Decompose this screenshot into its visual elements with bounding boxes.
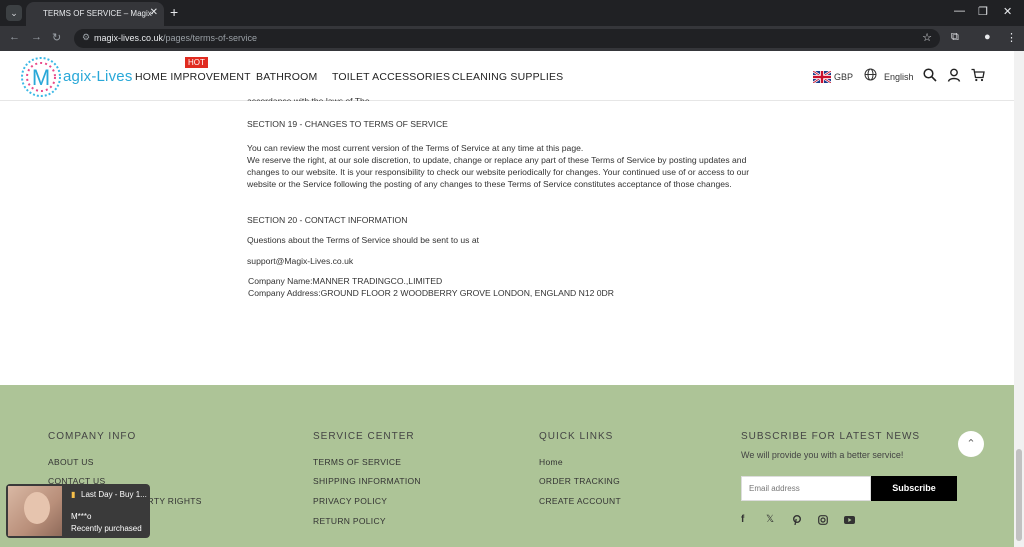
footer-link-terms[interactable]: TERMS OF SERVICE bbox=[313, 457, 401, 467]
section-20-body: Questions about the Terms of Service sho… bbox=[247, 235, 480, 245]
x-twitter-icon[interactable]: 𝕏 bbox=[766, 514, 774, 525]
back-to-top-button[interactable]: ⌃ bbox=[958, 431, 984, 457]
window-close-icon[interactable]: ✕ bbox=[1003, 5, 1012, 18]
partial-text: accordance with the laws of The bbox=[247, 96, 370, 101]
nav-toilet-accessories[interactable]: TOILET ACCESSORIES bbox=[332, 71, 450, 83]
account-icon[interactable] bbox=[947, 68, 961, 82]
svg-text:M: M bbox=[32, 65, 50, 90]
fire-icon: ▮ bbox=[71, 490, 76, 499]
page-scrollbar[interactable] bbox=[1014, 51, 1024, 547]
tab-search-icon[interactable]: ⌄ bbox=[6, 5, 22, 21]
footer-link-privacy[interactable]: PRIVACY POLICY bbox=[313, 496, 387, 506]
footer-link-about-us[interactable]: ABOUT US bbox=[48, 457, 94, 467]
browser-tab-bar: ⌄ TERMS OF SERVICE – Magix-Li ✕ + — ❐ ✕ bbox=[0, 0, 1024, 26]
popup-title: Last Day - Buy 1... bbox=[81, 490, 147, 499]
subscribe-button[interactable]: Subscribe bbox=[871, 476, 957, 501]
popup-status: Recently purchased bbox=[71, 524, 142, 533]
product-thumbnail bbox=[8, 486, 62, 536]
section-20-title: SECTION 20 - CONTACT INFORMATION bbox=[247, 215, 408, 225]
service-center-title: SERVICE CENTER bbox=[313, 431, 415, 442]
reload-icon[interactable]: ↻ bbox=[52, 31, 61, 44]
nav-cleaning-supplies[interactable]: CLEANING SUPPLIES bbox=[452, 71, 563, 83]
extension-icon[interactable]: ⧉ bbox=[951, 31, 959, 44]
hot-badge: HOT bbox=[185, 57, 208, 68]
youtube-icon[interactable] bbox=[844, 516, 855, 524]
company-info-title: COMPANY INFO bbox=[48, 431, 137, 442]
facebook-icon[interactable]: f bbox=[741, 514, 744, 525]
subscribe-note: We will provide you with a better servic… bbox=[741, 450, 904, 460]
address-bar[interactable]: ⚙ magix-lives.co.uk/pages/terms-of-servi… bbox=[74, 29, 940, 48]
nav-home-improvement[interactable]: HOME IMPROVEMENT bbox=[135, 71, 251, 83]
new-tab-icon[interactable]: + bbox=[170, 4, 178, 20]
search-icon[interactable] bbox=[923, 68, 937, 82]
footer-link-create-account[interactable]: CREATE ACCOUNT bbox=[539, 496, 621, 506]
popup-buyer: M***o bbox=[71, 512, 92, 521]
support-email[interactable]: support@Magix-Lives.co.uk bbox=[247, 255, 762, 267]
browser-menu-icon[interactable]: ⋮ bbox=[1006, 31, 1017, 44]
company-address: Company Address:GROUND FLOOR 2 WOODBERRY… bbox=[248, 288, 614, 298]
globe-icon[interactable] bbox=[864, 68, 877, 81]
language-selector[interactable]: English bbox=[884, 72, 914, 82]
recent-purchase-popup[interactable]: ▮ Last Day - Buy 1... M***o Recently pur… bbox=[6, 484, 150, 538]
cart-icon[interactable] bbox=[971, 68, 985, 82]
browser-toolbar: ← → ↻ ⚙ magix-lives.co.uk/pages/terms-of… bbox=[0, 26, 1024, 51]
footer-link-shipping[interactable]: SHIPPING INFORMATION bbox=[313, 476, 421, 486]
footer-link-return[interactable]: RETURN POLICY bbox=[313, 516, 386, 526]
site-info-icon[interactable]: ⚙ bbox=[82, 32, 90, 43]
minimize-icon[interactable]: — bbox=[954, 5, 965, 17]
section-19-title: SECTION 19 - CHANGES TO TERMS OF SERVICE bbox=[247, 119, 448, 129]
email-input[interactable]: Email address bbox=[741, 476, 871, 501]
site-header: M agix-Lives HOT HOME IMPROVEMENT BATHRO… bbox=[0, 51, 1014, 101]
bookmark-star-icon[interactable]: ☆ bbox=[922, 31, 932, 44]
forward-icon[interactable]: → bbox=[31, 31, 42, 43]
nav-bathroom[interactable]: BATHROOM bbox=[256, 71, 318, 83]
logo-icon[interactable]: M bbox=[20, 56, 62, 98]
footer-link-order-tracking[interactable]: ORDER TRACKING bbox=[539, 476, 620, 486]
section-19-body: We reserve the right, at our sole discre… bbox=[247, 155, 750, 189]
site-footer: COMPANY INFO ABOUT US CONTACT US INTELLE… bbox=[0, 385, 1014, 547]
scrollbar-thumb[interactable] bbox=[1016, 449, 1022, 541]
footer-link-home[interactable]: Home bbox=[539, 457, 563, 467]
back-icon[interactable]: ← bbox=[9, 31, 20, 43]
restore-icon[interactable]: ❐ bbox=[978, 5, 988, 18]
brand-name[interactable]: agix-Lives bbox=[63, 68, 133, 85]
currency-selector[interactable]: GBP bbox=[834, 72, 853, 82]
section-19-intro: You can review the most current version … bbox=[247, 143, 584, 153]
pinterest-icon[interactable] bbox=[792, 515, 802, 525]
subscribe-title: SUBSCRIBE FOR LATEST NEWS bbox=[741, 431, 921, 442]
url-text[interactable]: magix-lives.co.uk/pages/terms-of-service bbox=[94, 33, 257, 43]
tab-close-icon[interactable]: ✕ bbox=[150, 7, 158, 18]
uk-flag-icon[interactable] bbox=[813, 71, 831, 83]
company-name: Company Name:MANNER TRADINGCO.,LIMITED bbox=[248, 276, 443, 286]
tab-title: TERMS OF SERVICE – Magix-Li bbox=[43, 9, 153, 18]
instagram-icon[interactable] bbox=[818, 515, 828, 525]
quick-links-title: QUICK LINKS bbox=[539, 431, 614, 442]
browser-tab[interactable]: TERMS OF SERVICE – Magix-Li ✕ bbox=[26, 2, 164, 26]
profile-icon[interactable]: ● bbox=[984, 31, 991, 43]
